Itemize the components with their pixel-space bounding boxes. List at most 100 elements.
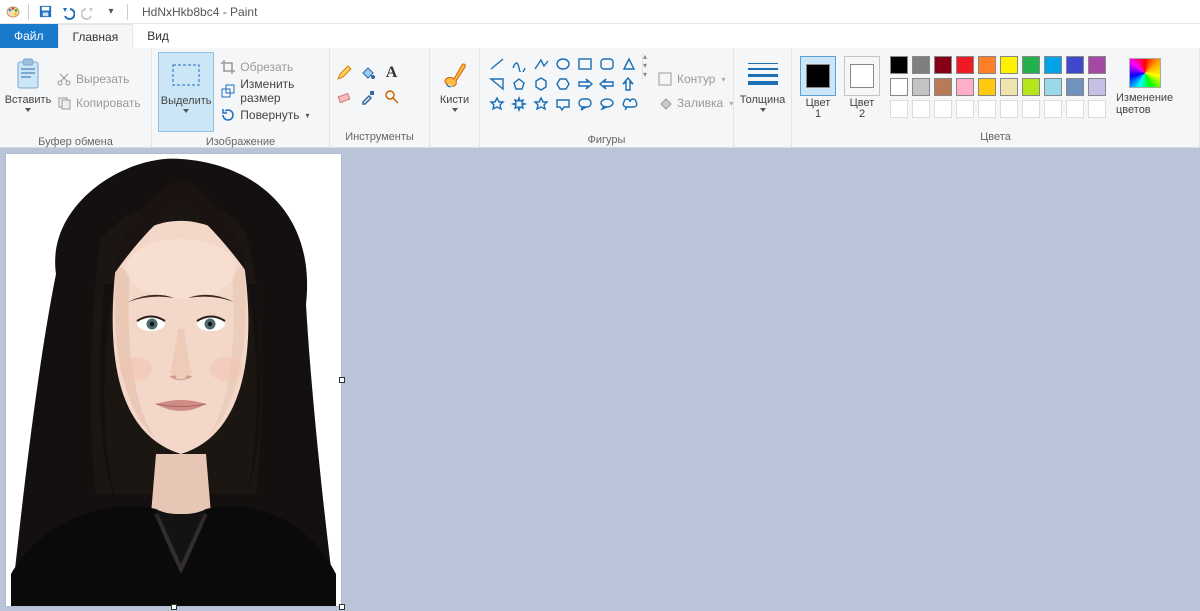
- palette-swatch[interactable]: [888, 76, 910, 98]
- palette-swatch[interactable]: [1086, 54, 1108, 76]
- group-tools: A Инструменты: [330, 48, 430, 147]
- thickness-label: Толщина: [740, 94, 786, 106]
- crop-button[interactable]: Обрезать: [216, 56, 321, 78]
- palette-swatch[interactable]: [954, 54, 976, 76]
- group-shapes: ▴▾▾ Контур ▾ Заливка ▾ Фигуры: [480, 48, 734, 147]
- canvas-image: [6, 154, 341, 606]
- canvas[interactable]: [6, 154, 341, 606]
- palette-swatch[interactable]: [954, 76, 976, 98]
- chevron-down-icon: [183, 109, 189, 113]
- palette-swatch[interactable]: [932, 76, 954, 98]
- color1-button[interactable]: Цвет 1: [800, 52, 836, 120]
- palette-swatch[interactable]: [1020, 76, 1042, 98]
- tab-file[interactable]: Файл: [0, 24, 58, 48]
- rotate-icon: [220, 107, 236, 123]
- palette-swatch[interactable]: [976, 54, 998, 76]
- undo-icon[interactable]: [59, 4, 75, 20]
- canvas-scroll[interactable]: [0, 148, 1200, 611]
- resize-icon: [220, 83, 236, 99]
- pencil-tool[interactable]: [333, 62, 355, 84]
- color2-button[interactable]: Цвет 2: [844, 52, 880, 120]
- copy-icon: [56, 95, 72, 111]
- paste-label: Вставить: [5, 94, 52, 106]
- chevron-down-icon: [452, 108, 458, 112]
- palette-swatch[interactable]: [976, 98, 998, 120]
- group-label-tools: Инструменты: [330, 131, 429, 147]
- qat-customize-icon[interactable]: ▾: [103, 4, 119, 20]
- palette-swatch[interactable]: [998, 98, 1020, 120]
- brushes-label: Кисти: [440, 94, 469, 106]
- palette-swatch[interactable]: [998, 54, 1020, 76]
- rotate-button[interactable]: Повернуть ▾: [216, 104, 321, 126]
- outline-button[interactable]: Контур ▾: [653, 68, 737, 90]
- brush-icon: [439, 58, 471, 90]
- palette-swatch[interactable]: [910, 54, 932, 76]
- resize-handle-e[interactable]: [339, 377, 345, 383]
- group-clipboard: Вставить Вырезать Копировать Буфер обмен…: [0, 48, 152, 147]
- edit-colors-button[interactable]: Изменение цветов: [1116, 52, 1173, 116]
- ribbon-tabs: Файл Главная Вид: [0, 24, 1200, 48]
- palette-swatch[interactable]: [910, 98, 932, 120]
- redo-icon[interactable]: [81, 4, 97, 20]
- palette-swatch[interactable]: [910, 76, 932, 98]
- copy-button[interactable]: Копировать: [52, 92, 145, 114]
- palette-swatch[interactable]: [1042, 76, 1064, 98]
- tab-view[interactable]: Вид: [133, 24, 183, 48]
- thickness-button[interactable]: Толщина: [740, 52, 785, 132]
- app-name: Paint: [230, 5, 257, 19]
- palette-swatch[interactable]: [998, 76, 1020, 98]
- palette-swatch[interactable]: [932, 98, 954, 120]
- group-brushes: Кисти: [430, 48, 480, 147]
- palette-swatch[interactable]: [1064, 54, 1086, 76]
- palette-swatch[interactable]: [888, 54, 910, 76]
- tab-home[interactable]: Главная: [58, 24, 134, 48]
- eraser-tool[interactable]: [333, 86, 355, 108]
- fill-button[interactable]: Заливка ▾: [653, 92, 737, 114]
- palette-swatch[interactable]: [888, 98, 910, 120]
- fill-icon: [657, 95, 673, 111]
- shapes-gallery[interactable]: [486, 52, 640, 114]
- palette-swatch[interactable]: [1042, 54, 1064, 76]
- crop-icon: [220, 59, 236, 75]
- paste-button[interactable]: Вставить: [6, 52, 50, 132]
- resize-handle-se[interactable]: [339, 604, 345, 610]
- group-colors: Цвет 1 Цвет 2 Изменение цветов Цвета: [792, 48, 1200, 147]
- picker-tool[interactable]: [357, 86, 379, 108]
- group-label-colors: Цвета: [792, 131, 1199, 147]
- clipboard-icon: [12, 58, 44, 90]
- window-title: HdNxHkb8bc4 - Paint: [142, 5, 257, 19]
- select-button[interactable]: Выделить: [158, 52, 214, 132]
- palette-swatch[interactable]: [932, 54, 954, 76]
- resize-handle-s[interactable]: [171, 604, 177, 610]
- fill-tool[interactable]: [357, 62, 379, 84]
- group-image: Выделить Обрезать Изменить размер Поверн…: [152, 48, 330, 147]
- text-tool[interactable]: A: [381, 62, 403, 84]
- palette-swatch[interactable]: [1086, 76, 1108, 98]
- group-label-image: Изображение: [152, 136, 329, 148]
- palette-swatch[interactable]: [976, 76, 998, 98]
- magnifier-tool[interactable]: [381, 86, 403, 108]
- separator: [127, 4, 128, 20]
- brushes-button[interactable]: Кисти: [433, 52, 477, 132]
- group-thickness: Толщина: [734, 48, 792, 147]
- separator: [28, 4, 29, 20]
- rainbow-icon: [1129, 58, 1161, 88]
- palette-swatch[interactable]: [1064, 76, 1086, 98]
- resize-button[interactable]: Изменить размер: [216, 80, 321, 102]
- shapes-scrollbar[interactable]: ▴▾▾: [642, 52, 647, 79]
- palette-swatch[interactable]: [1042, 98, 1064, 120]
- palette-swatch[interactable]: [1020, 98, 1042, 120]
- group-label-shapes: Фигуры: [480, 134, 733, 147]
- save-icon[interactable]: [37, 4, 53, 20]
- document-name: HdNxHkb8bc4: [142, 5, 219, 19]
- chevron-down-icon: [25, 108, 31, 112]
- palette-swatch[interactable]: [1064, 98, 1086, 120]
- palette-swatch[interactable]: [954, 98, 976, 120]
- palette-swatch[interactable]: [1020, 54, 1042, 76]
- select-label: Выделить: [161, 95, 212, 107]
- palette-swatch[interactable]: [1086, 98, 1108, 120]
- app-icon: [4, 4, 20, 20]
- cut-button[interactable]: Вырезать: [52, 68, 145, 90]
- thickness-icon: [747, 58, 779, 90]
- workarea: [0, 148, 1200, 611]
